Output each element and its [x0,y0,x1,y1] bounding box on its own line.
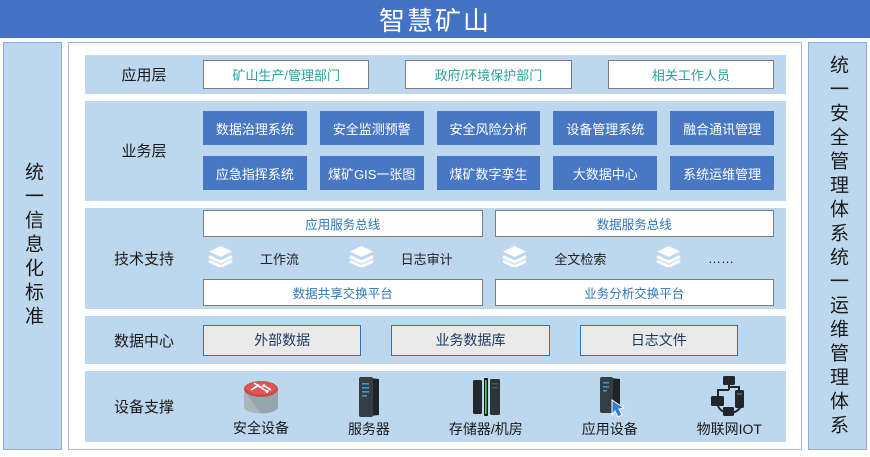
service-bus-row: 应用服务总线 数据服务总线 [203,210,774,237]
iot-icon [706,374,752,418]
business-tile-comms-mgmt: 融合通讯管理 [670,111,774,145]
device-application: 应用设备 [582,374,638,439]
main-panel: 应用层 矿山生产/管理部门 政府/环境保护部门 相关工作人员 业务层 数据治理系… [68,42,802,450]
device-items: 安全设备 服务 [203,371,786,442]
business-row-1: 数据治理系统 安全监测预警 安全风险分析 设备管理系统 融合通讯管理 [203,111,774,145]
firewall-icon [239,375,283,417]
layer-business: 业务层 数据治理系统 安全监测预警 安全风险分析 设备管理系统 融合通讯管理 应… [85,101,786,201]
layer-tech-support: 技术支持 应用服务总线 数据服务总线 [85,208,786,310]
business-database-box: 业务数据库 [391,325,549,356]
service-label: 全文检索 [554,249,606,268]
business-tiles: 数据治理系统 安全监测预警 安全风险分析 设备管理系统 融合通讯管理 应急指挥系… [203,101,786,201]
service-log-audit: 日志审计 [348,245,453,272]
service-label: …… [708,251,734,266]
right-sidebar-label-security: 统一安全管理体系 [828,55,847,247]
device-label: 存储器/机房 [449,419,523,439]
application-boxes: 矿山生产/管理部门 政府/环境保护部门 相关工作人员 [203,55,786,94]
business-tile-emergency-command: 应急指挥系统 [203,156,307,190]
external-data-box: 外部数据 [203,325,361,356]
layer-device-support: 设备支撑 [85,371,786,442]
device-label: 应用设备 [582,419,638,439]
service-label: 工作流 [260,249,299,268]
right-sidebar-label-ops: 统一运维管理体系 [828,247,847,439]
smart-mine-diagram: 智慧矿山 统一信息化标准 应用层 矿山生产/管理部门 政府/环境保护部门 相关工… [0,0,870,457]
service-fulltext-search: 全文检索 [501,245,606,272]
business-tile-safety-monitoring: 安全监测预警 [320,111,424,145]
device-support-label: 设备支撑 [85,371,203,442]
application-layer-label: 应用层 [85,55,203,94]
business-tile-gis-map: 煤矿GIS一张图 [320,156,424,190]
device-server: 服务器 [348,374,390,439]
business-tile-ops-mgmt: 系统运维管理 [670,156,774,190]
layers-icon [207,245,234,272]
left-sidebar: 统一信息化标准 [3,42,62,450]
layer-application: 应用层 矿山生产/管理部门 政府/环境保护部门 相关工作人员 [85,55,786,94]
banner: 智慧矿山 [0,0,870,38]
left-sidebar-label: 统一信息化标准 [23,162,42,330]
business-tile-data-governance: 数据治理系统 [203,111,307,145]
layers-icon [501,245,528,272]
app-service-bus: 应用服务总线 [203,210,483,237]
right-sidebar: 统一安全管理体系 统一运维管理体系 [808,42,867,450]
platform-row: 数据共享交换平台 业务分析交换平台 [203,279,774,306]
device-security: 安全设备 [233,375,289,438]
business-row-2: 应急指挥系统 煤矿GIS一张图 煤矿数字孪生 大数据中心 系统运维管理 [203,156,774,190]
tech-content: 应用服务总线 数据服务总线 工作流 [203,208,786,310]
body-row: 统一信息化标准 应用层 矿山生产/管理部门 政府/环境保护部门 相关工作人员 业… [0,38,870,453]
device-iot: 物联网IOT [697,374,762,439]
tech-layer-label: 技术支持 [85,208,203,310]
application-box-mine-production: 矿山生产/管理部门 [203,60,369,89]
layer-data-center: 数据中心 外部数据 业务数据库 日志文件 [85,316,786,364]
layers-icon [348,245,375,272]
data-center-boxes: 外部数据 业务数据库 日志文件 [203,316,786,364]
device-label: 物联网IOT [697,419,762,439]
data-share-exchange-platform: 数据共享交换平台 [203,279,483,306]
business-tile-digital-twin: 煤矿数字孪生 [437,156,541,190]
business-tile-risk-analysis: 安全风险分析 [437,111,541,145]
application-box-staff: 相关工作人员 [608,60,774,89]
business-tile-equipment-mgmt: 设备管理系统 [553,111,657,145]
business-layer-label: 业务层 [85,101,203,201]
business-tile-big-data-center: 大数据中心 [553,156,657,190]
device-label: 安全设备 [233,418,289,438]
business-analysis-exchange-platform: 业务分析交换平台 [495,279,775,306]
service-more: …… [655,245,734,272]
service-label: 日志审计 [401,249,453,268]
service-workflow: 工作流 [207,245,299,272]
log-file-box: 日志文件 [580,325,738,356]
device-storage: 存储器/机房 [449,374,523,439]
application-box-government: 政府/环境保护部门 [405,60,571,89]
tech-service-row: 工作流 日志审计 [203,245,774,271]
page-title: 智慧矿山 [379,1,491,38]
storage-icon [466,374,506,418]
data-center-label: 数据中心 [85,316,203,364]
app-device-icon [590,374,630,418]
layers-icon [655,245,682,272]
server-icon [351,374,387,418]
device-label: 服务器 [348,419,390,439]
data-service-bus: 数据服务总线 [495,210,775,237]
